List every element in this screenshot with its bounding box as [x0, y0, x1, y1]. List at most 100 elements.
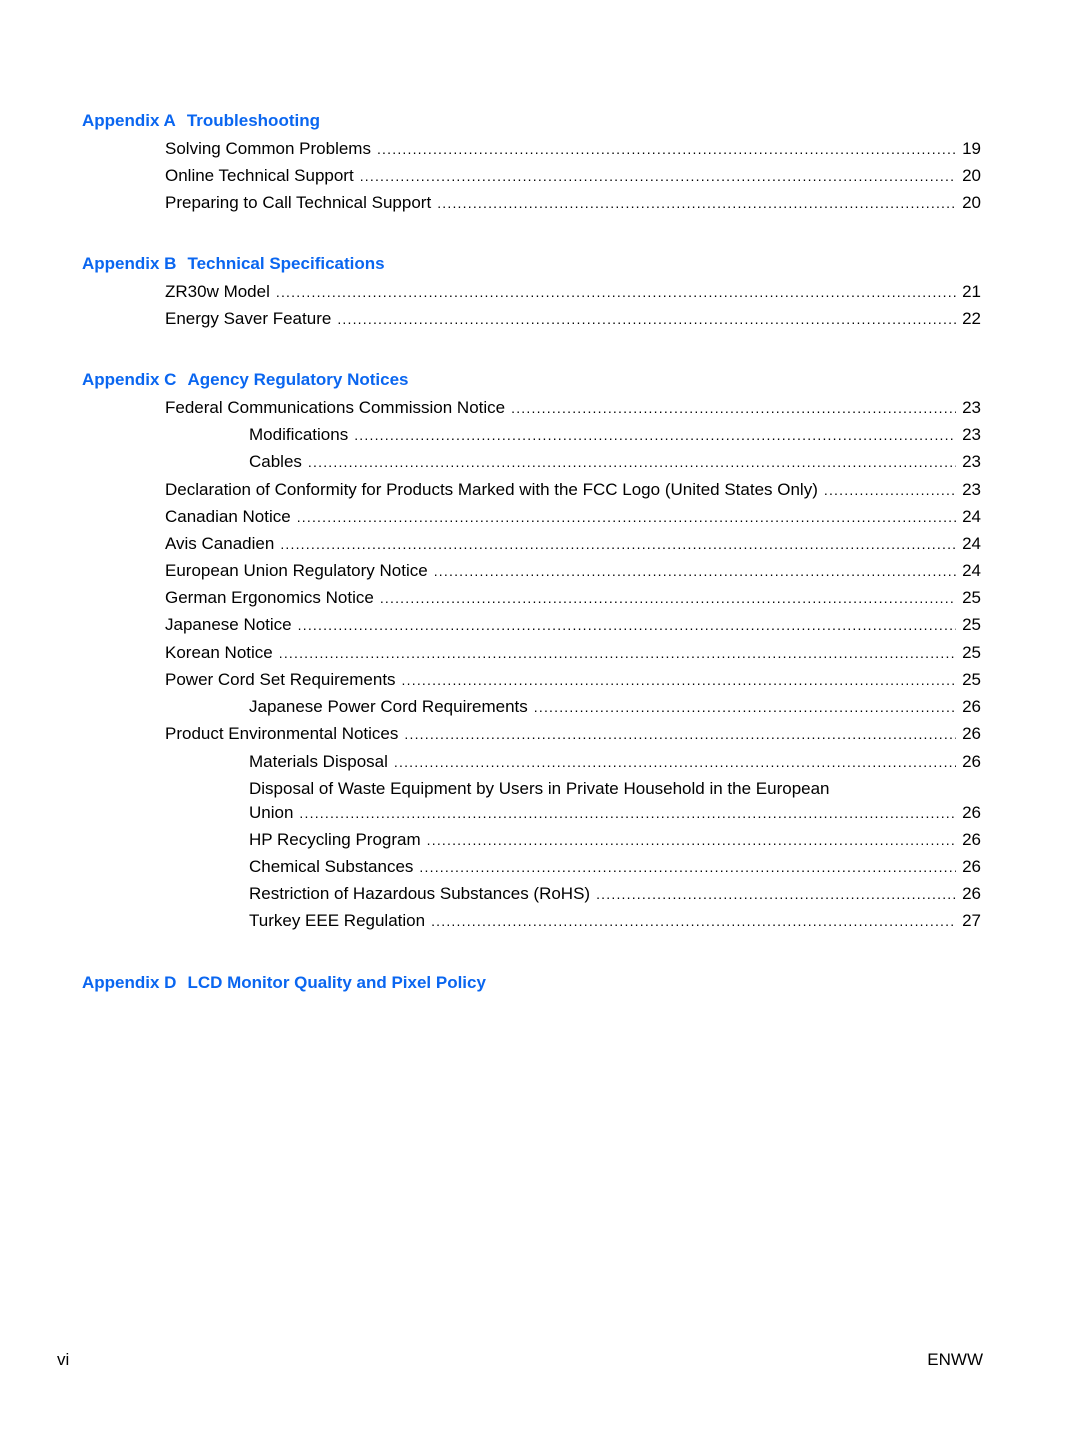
toc-entry[interactable]: HP Recycling Program 26: [249, 830, 981, 852]
toc-entry[interactable]: Japanese Power Cord Requirements 26: [249, 697, 981, 719]
toc-entry-title: ZR30w Model: [165, 282, 270, 301]
dot-leader: [434, 563, 956, 579]
toc-entry-page: 22: [962, 309, 981, 328]
dot-leader: [377, 141, 956, 157]
toc-entry-title: Federal Communications Commission Notice: [165, 398, 506, 417]
toc-entry-title: Energy Saver Feature: [165, 309, 332, 328]
toc-entry-title: Declaration of Conformity for Products M…: [165, 480, 818, 499]
toc-entry-title: Japanese Power Cord Requirements: [249, 697, 528, 716]
appendix-heading-a[interactable]: Appendix A Troubleshooting: [82, 111, 320, 131]
dot-leader: [276, 284, 956, 300]
dot-leader: [534, 699, 956, 715]
toc-entry-title: Online Technical Support: [165, 166, 354, 185]
appendix-heading-b[interactable]: Appendix B Technical Specifications: [82, 254, 385, 274]
toc-entry[interactable]: Solving Common Problems 19: [165, 139, 981, 161]
dot-leader: [427, 832, 956, 848]
appendix-heading-d[interactable]: Appendix D LCD Monitor Quality and Pixel …: [82, 973, 486, 993]
toc-entry-title: Cables: [249, 452, 302, 471]
toc-entry[interactable]: Federal Communications Commission Notice…: [165, 398, 981, 420]
toc-entry[interactable]: Chemical Substances 26: [249, 857, 981, 879]
toc-entry[interactable]: Declaration of Conformity for Products M…: [165, 480, 981, 502]
toc-entry[interactable]: Cables 23: [249, 452, 981, 474]
dot-leader: [596, 886, 956, 902]
appendix-title: LCD Monitor Quality and Pixel Policy: [187, 973, 486, 992]
toc-entry-page: 24: [962, 507, 981, 526]
toc-entry[interactable]: Korean Notice 25: [165, 643, 981, 665]
toc-entry-title: Korean Notice: [165, 643, 273, 662]
toc-entry-page: 27: [962, 911, 981, 930]
toc-entry-page: 21: [962, 282, 981, 301]
toc-entry[interactable]: ZR30w Model 21: [165, 282, 981, 304]
toc-entry[interactable]: Turkey EEE Regulation 27: [249, 911, 981, 933]
toc-entry-title-wrapped-line[interactable]: Disposal of Waste Equipment by Users in …: [249, 779, 830, 799]
toc-entry-title: European Union Regulatory Notice: [165, 561, 428, 580]
toc-entry[interactable]: Materials Disposal 26: [249, 752, 981, 774]
toc-entry-page: 25: [962, 670, 981, 689]
dot-leader: [279, 645, 956, 661]
toc-entry-page: 23: [962, 398, 981, 417]
dot-leader: [404, 726, 956, 742]
toc-entry[interactable]: Product Environmental Notices 26: [165, 724, 981, 746]
appendix-title: Agency Regulatory Notices: [187, 370, 409, 389]
toc-entry-title: HP Recycling Program: [249, 830, 421, 849]
toc-entry[interactable]: Power Cord Set Requirements 25: [165, 670, 981, 692]
dot-leader: [299, 805, 956, 821]
dot-leader: [394, 754, 956, 770]
toc-entry-page: 19: [962, 139, 981, 158]
toc-entry[interactable]: Union 26: [249, 803, 981, 825]
toc-entry-page: 26: [962, 857, 981, 876]
toc-entry-page: 26: [962, 724, 981, 743]
toc-entry[interactable]: Canadian Notice 24: [165, 507, 981, 529]
dot-leader: [431, 913, 956, 929]
toc-entry-page: 26: [962, 803, 981, 822]
toc-entry-page: 24: [962, 561, 981, 580]
toc-entry[interactable]: German Ergonomics Notice 25: [165, 588, 981, 610]
dot-leader: [437, 195, 956, 211]
toc-entry[interactable]: Modifications 23: [249, 425, 981, 447]
toc-entry-page: 26: [962, 830, 981, 849]
appendix-heading-c[interactable]: Appendix C Agency Regulatory Notices: [82, 370, 409, 390]
dot-leader: [280, 536, 956, 552]
toc-entry-title: Product Environmental Notices: [165, 724, 399, 743]
toc-entry-page: 25: [962, 643, 981, 662]
dot-leader: [402, 672, 957, 688]
toc-entry-title: Avis Canadien: [165, 534, 275, 553]
appendix-title: Technical Specifications: [187, 254, 385, 273]
toc-entry-page: 26: [962, 697, 981, 716]
toc-entry[interactable]: Preparing to Call Technical Support 20: [165, 193, 981, 215]
toc-page: Appendix A Troubleshooting Solving Common…: [0, 0, 1080, 1437]
toc-entry-page: 20: [962, 193, 981, 212]
appendix-label: Appendix C: [82, 370, 177, 389]
toc-entry-title: Preparing to Call Technical Support: [165, 193, 432, 212]
dot-leader: [360, 168, 956, 184]
dot-leader: [419, 859, 956, 875]
dot-leader: [298, 617, 956, 633]
toc-entry-title: Union: [249, 803, 294, 822]
toc-entry-page: 25: [962, 588, 981, 607]
toc-entry[interactable]: Energy Saver Feature 22: [165, 309, 981, 331]
toc-entry-page: 20: [962, 166, 981, 185]
appendix-label: Appendix A: [82, 111, 176, 130]
dot-leader: [824, 482, 956, 498]
toc-entry[interactable]: Online Technical Support 20: [165, 166, 981, 188]
toc-entry-page: 26: [962, 752, 981, 771]
dot-leader: [354, 427, 956, 443]
toc-entry-page: 23: [962, 425, 981, 444]
dot-leader: [297, 509, 956, 525]
toc-entry-title: Modifications: [249, 425, 349, 444]
toc-entry-title: Canadian Notice: [165, 507, 291, 526]
toc-entry[interactable]: Restriction of Hazardous Substances (RoH…: [249, 884, 981, 906]
toc-entry-page: 24: [962, 534, 981, 553]
toc-entry[interactable]: European Union Regulatory Notice 24: [165, 561, 981, 583]
footer-page-number: vi: [57, 1350, 70, 1369]
toc-entry[interactable]: Avis Canadien 24: [165, 534, 981, 556]
toc-entry[interactable]: Japanese Notice 25: [165, 615, 981, 637]
toc-entry-title: German Ergonomics Notice: [165, 588, 374, 607]
appendix-label: Appendix B: [82, 254, 177, 273]
toc-entry-title: Restriction of Hazardous Substances (RoH…: [249, 884, 591, 903]
toc-entry-page: 23: [962, 452, 981, 471]
dot-leader: [308, 454, 956, 470]
toc-entry-title: Turkey EEE Regulation: [249, 911, 426, 930]
toc-entry-title: Power Cord Set Requirements: [165, 670, 396, 689]
toc-entry-page: 26: [962, 884, 981, 903]
